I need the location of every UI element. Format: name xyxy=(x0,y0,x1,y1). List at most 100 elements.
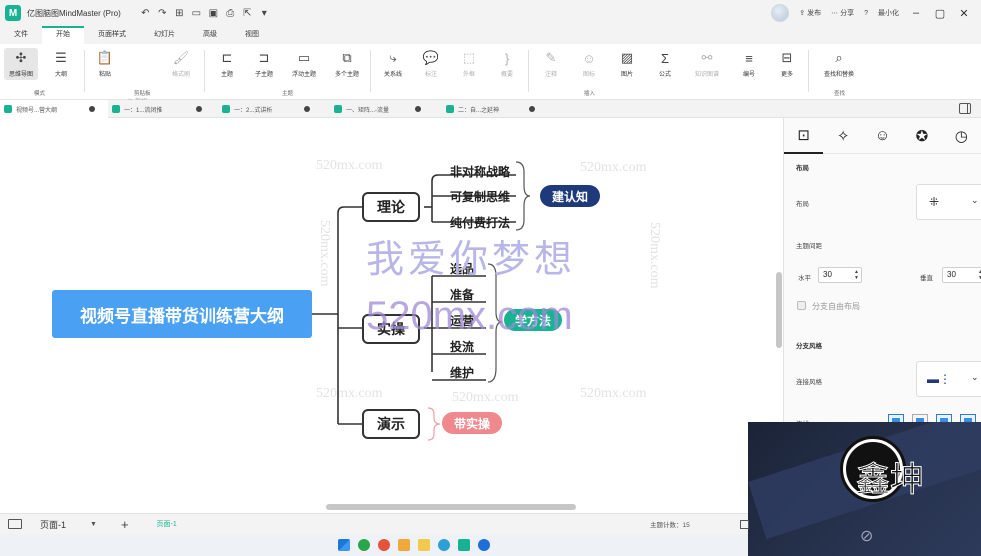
relation-button[interactable]: ⤷ 关系线 xyxy=(376,50,410,78)
menu-tab-view[interactable]: 视图 xyxy=(231,26,273,44)
ribbon-separator xyxy=(808,50,809,92)
horizontal-label: 水平 xyxy=(798,275,811,282)
clock-icon[interactable]: ◷ xyxy=(942,118,981,154)
horizontal-spacing-input[interactable]: 30 ▲ ▼ xyxy=(818,267,862,283)
app-icon[interactable] xyxy=(478,539,490,551)
callout-button[interactable]: 💬 标注 xyxy=(414,50,448,78)
formula-button[interactable]: Σ 公式 xyxy=(648,50,682,79)
spacing-title: 主题间距 xyxy=(796,243,822,250)
topic-demo[interactable]: 演示 xyxy=(362,409,420,439)
doc-tab[interactable]: 一：1...流闭推 xyxy=(112,100,220,118)
mindmap-icon: ✣ xyxy=(15,50,27,65)
open-folder-icon[interactable]: ▭ xyxy=(190,7,203,20)
subtopic[interactable]: 可复制思维 xyxy=(450,185,510,207)
subtopic[interactable]: 非对称战略 xyxy=(450,160,510,182)
menu-tab-file[interactable]: 文件 xyxy=(0,26,42,44)
camera-off-icon: ⊘ xyxy=(860,528,874,545)
more-button[interactable]: ⊟ 更多 xyxy=(770,50,804,78)
chevron-down-icon[interactable]: ▼ xyxy=(90,521,97,528)
topic-button[interactable]: ⊏ 主题 xyxy=(210,50,244,78)
vertical-spacing-input[interactable]: 30▲▼ xyxy=(942,267,981,283)
stepper-icon[interactable]: ▲▼ xyxy=(854,269,859,281)
close-icon[interactable]: ✕ xyxy=(957,7,971,20)
export-icon[interactable]: ⇱ xyxy=(241,7,254,20)
sparkle-icon[interactable]: ✧ xyxy=(823,118,862,154)
minimize-icon[interactable]: – xyxy=(909,7,923,19)
subtopic[interactable]: 维护 xyxy=(450,361,474,383)
mindmap-canvas[interactable]: 520mx.com 520mx.com 520mx.com 520mx.com … xyxy=(0,118,783,513)
ribbon-separator xyxy=(370,50,371,92)
webcam-name: 鑫坤 xyxy=(856,460,925,501)
free-layout-checkbox[interactable] xyxy=(797,301,806,310)
branch-style-select[interactable]: ▬⋮ ⌄ xyxy=(916,361,981,397)
os-taskbar xyxy=(0,534,748,556)
chevron-down-icon: ⌄ xyxy=(971,195,979,205)
publish-button[interactable]: ⇪ 发布 xyxy=(799,8,821,18)
menu-tab-advanced[interactable]: 高级 xyxy=(189,26,231,44)
ribbon: ✣思维导图 ☰大纲 模式 📋粘贴 ✂剪切 ❐复制 🖌格式刷 剪贴板 ⊏主题 ⊐子… xyxy=(0,44,981,122)
vertical-scrollbar[interactable] xyxy=(776,272,782,348)
menu-tab-slides[interactable]: 幻灯片 xyxy=(140,26,189,44)
page-tab[interactable]: 页面-1 xyxy=(157,519,177,529)
summary-button[interactable]: } 概要 xyxy=(490,50,524,79)
print-icon[interactable]: ⎙ xyxy=(224,7,237,20)
outline-mode-button[interactable]: ☰ 大纲 xyxy=(44,50,78,78)
floating-topic-button[interactable]: ▭ 浮动主题 xyxy=(287,50,321,78)
unsaved-dot-icon xyxy=(304,106,311,112)
doc-tab[interactable]: 一：2...式讲析 xyxy=(222,100,330,118)
layout-select[interactable]: ⁜ ⌄ xyxy=(916,184,981,220)
add-page-icon[interactable]: + xyxy=(121,517,129,532)
customize-icon[interactable]: ▾ xyxy=(258,7,271,20)
maximize-icon[interactable]: ▢ xyxy=(933,7,947,20)
redo-icon[interactable]: ↷ xyxy=(156,7,169,20)
summary-label-demo[interactable]: 带实操 xyxy=(442,412,502,434)
browser-icon[interactable] xyxy=(358,539,370,551)
share-icon: ⋯ xyxy=(831,10,839,17)
emoji-icon[interactable]: ☺ xyxy=(863,118,902,154)
layout-icon[interactable]: ⊡ xyxy=(784,118,824,154)
fit-view-icon[interactable] xyxy=(740,519,749,529)
paste-button[interactable]: 📋 粘贴 xyxy=(88,50,122,78)
share-button[interactable]: ⋯ 分享 xyxy=(831,8,854,18)
watermark-cn: 我爱你梦想 xyxy=(366,237,577,281)
numbering-icon: ≡ xyxy=(745,50,753,66)
root-topic[interactable]: 视频号直播带货训练营大纲 xyxy=(52,290,312,338)
menu-tab-home[interactable]: 开始 xyxy=(42,26,84,44)
page-panel-icon[interactable] xyxy=(8,519,22,529)
help-button[interactable]: ? xyxy=(864,10,868,17)
app-icon[interactable] xyxy=(398,539,410,551)
chrome-icon[interactable] xyxy=(378,539,390,551)
panel-toggle-icon[interactable] xyxy=(959,103,971,114)
doc-tab[interactable]: 一、矩阵...-流量 xyxy=(334,100,442,118)
image-button[interactable]: ▨ 图片 xyxy=(610,50,644,78)
graph-button[interactable]: ⚯ 知识图谱 xyxy=(690,50,724,78)
mindmaster-icon[interactable] xyxy=(458,539,470,551)
doc-tab[interactable]: 二：自...之延神 xyxy=(446,100,554,118)
save-icon[interactable]: ▣ xyxy=(207,7,220,20)
subtopic-button[interactable]: ⊐ 子主题 xyxy=(247,50,281,78)
mindmap-mode-button[interactable]: ✣ 思维导图 xyxy=(4,48,38,80)
find-replace-icon: ⌕ xyxy=(835,50,843,65)
new-file-icon[interactable]: ⊞ xyxy=(173,7,186,20)
page-selector[interactable]: 页面-1 xyxy=(40,518,66,531)
menu-tab-page-style[interactable]: 页面样式 xyxy=(84,26,140,44)
format-brush-button[interactable]: 🖌 格式刷 xyxy=(164,50,198,78)
edge-icon[interactable] xyxy=(438,539,450,551)
find-replace-button[interactable]: ⌕ 查找和替换 xyxy=(816,50,862,78)
badge-icon[interactable]: ✪ xyxy=(902,118,941,154)
folder-icon[interactable] xyxy=(418,539,430,551)
user-avatar[interactable] xyxy=(771,4,790,22)
multi-topic-button[interactable]: ⧉ 多个主题 xyxy=(330,50,364,78)
doc-tab[interactable]: 视频号...营大纲 xyxy=(0,100,108,118)
numbering-button[interactable]: ≡ 编号 xyxy=(732,50,766,79)
note-button[interactable]: ✎ 注释 xyxy=(534,50,568,78)
boundary-button[interactable]: ⬚ 外框 xyxy=(452,50,486,78)
emoji-button[interactable]: ☺ 图标 xyxy=(572,50,606,79)
horizontal-scrollbar[interactable] xyxy=(326,504,576,510)
topic-theory[interactable]: 理论 xyxy=(362,192,420,222)
undo-icon[interactable]: ↶ xyxy=(139,7,152,20)
summary-label-theory[interactable]: 建认知 xyxy=(540,185,600,207)
branch-style-title: 分支风格 xyxy=(796,343,822,350)
start-icon[interactable] xyxy=(338,539,350,551)
branch-style-label: 连接风格 xyxy=(796,379,822,386)
